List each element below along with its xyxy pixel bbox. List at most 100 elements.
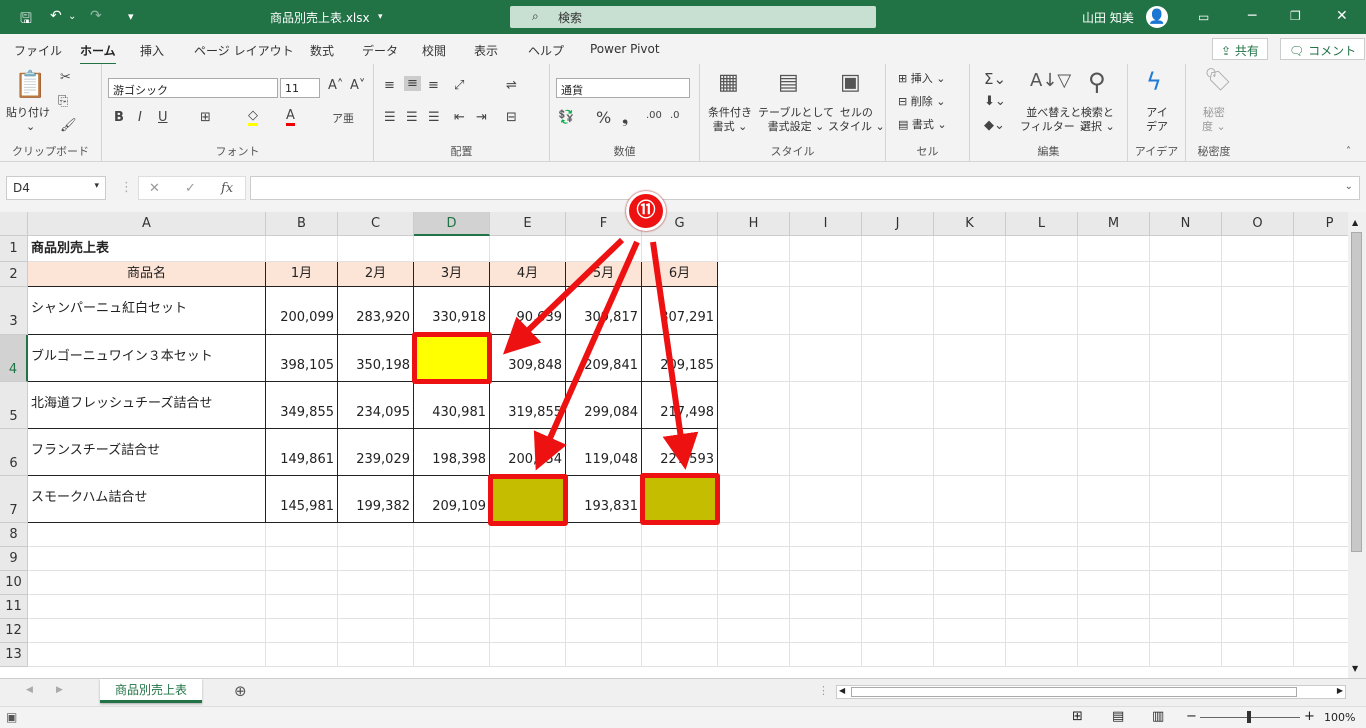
- cell-D8[interactable]: [414, 523, 490, 547]
- cell-M1[interactable]: [1078, 236, 1150, 262]
- increase-indent-icon[interactable]: ⇥: [476, 110, 487, 125]
- font-color-icon[interactable]: A: [286, 108, 295, 126]
- cell-M3[interactable]: [1078, 287, 1150, 335]
- cell-M12[interactable]: [1078, 619, 1150, 643]
- tab-split-icon[interactable]: ⋮: [818, 684, 829, 697]
- cell-E12[interactable]: [490, 619, 566, 643]
- restore-icon[interactable]: ❐: [1290, 9, 1301, 23]
- format-as-table-button[interactable]: テーブルとして 書式設定 ⌄: [758, 106, 834, 134]
- cell-A1[interactable]: 商品別売上表: [28, 236, 266, 262]
- cell-H3[interactable]: [718, 287, 790, 335]
- next-sheet-icon[interactable]: ▶: [56, 685, 63, 695]
- cell-K7[interactable]: [934, 476, 1006, 523]
- cell-H8[interactable]: [718, 523, 790, 547]
- cell-E4[interactable]: 309,848: [490, 335, 566, 382]
- cell-C8[interactable]: [338, 523, 414, 547]
- sort-filter-icon[interactable]: A↓▽: [1030, 70, 1071, 91]
- cell-P4[interactable]: [1294, 335, 1348, 382]
- cell-G13[interactable]: [642, 643, 718, 667]
- normal-view-icon[interactable]: ⊞: [1072, 709, 1083, 724]
- cell-C13[interactable]: [338, 643, 414, 667]
- comma-icon[interactable]: ❟: [622, 108, 628, 128]
- cell-A7[interactable]: スモークハム詰合せ: [28, 476, 266, 523]
- font-name-select[interactable]: 游ゴシック: [108, 78, 278, 98]
- align-left-icon[interactable]: ☰: [384, 110, 396, 125]
- cell-H13[interactable]: [718, 643, 790, 667]
- cell-E5[interactable]: 319,855: [490, 382, 566, 429]
- cell-I5[interactable]: [790, 382, 862, 429]
- row-header-3[interactable]: 3: [0, 287, 28, 335]
- cell-N13[interactable]: [1150, 643, 1222, 667]
- cell-A5[interactable]: 北海道フレッシュチーズ詰合せ: [28, 382, 266, 429]
- tab-review[interactable]: 校閲: [422, 42, 446, 59]
- cell-D2[interactable]: 3月: [414, 262, 490, 287]
- cell-F2[interactable]: 5月: [566, 262, 642, 287]
- sort-filter-button[interactable]: 並べ替えと フィルター ⌄: [1020, 106, 1088, 134]
- number-format-select[interactable]: 通貨: [556, 78, 690, 98]
- collapse-ribbon-icon[interactable]: ˄: [1346, 146, 1351, 157]
- user-name[interactable]: 山田 知美: [1082, 9, 1134, 26]
- cell-C2[interactable]: 2月: [338, 262, 414, 287]
- cell-M7[interactable]: [1078, 476, 1150, 523]
- cell-O10[interactable]: [1222, 571, 1294, 595]
- cell-K4[interactable]: [934, 335, 1006, 382]
- cell-D11[interactable]: [414, 595, 490, 619]
- cell-L12[interactable]: [1006, 619, 1078, 643]
- tab-home[interactable]: ホーム: [80, 42, 116, 66]
- tab-view[interactable]: 表示: [474, 42, 498, 59]
- cell-I1[interactable]: [790, 236, 862, 262]
- cell-O2[interactable]: [1222, 262, 1294, 287]
- cell-L2[interactable]: [1006, 262, 1078, 287]
- horizontal-scroll-thumb[interactable]: [851, 687, 1297, 697]
- page-layout-view-icon[interactable]: ▤: [1112, 709, 1124, 724]
- cell-A11[interactable]: [28, 595, 266, 619]
- find-select-button[interactable]: 検索と 選択 ⌄: [1080, 106, 1115, 134]
- cell-B11[interactable]: [266, 595, 338, 619]
- cell-A3[interactable]: シャンパーニュ紅白セット: [28, 287, 266, 335]
- cell-F11[interactable]: [566, 595, 642, 619]
- cell-L6[interactable]: [1006, 429, 1078, 476]
- increase-decimal-icon[interactable]: .00: [646, 110, 662, 121]
- cell-B13[interactable]: [266, 643, 338, 667]
- cell-N3[interactable]: [1150, 287, 1222, 335]
- cell-A10[interactable]: [28, 571, 266, 595]
- ideas-icon[interactable]: ϟ: [1146, 68, 1162, 96]
- cell-M2[interactable]: [1078, 262, 1150, 287]
- cell-G9[interactable]: [642, 547, 718, 571]
- add-sheet-icon[interactable]: ⊕: [234, 682, 247, 700]
- cell-N12[interactable]: [1150, 619, 1222, 643]
- cell-L1[interactable]: [1006, 236, 1078, 262]
- formula-input[interactable]: ⌄: [250, 176, 1360, 200]
- cell-I3[interactable]: [790, 287, 862, 335]
- row-header-9[interactable]: 9: [0, 547, 28, 571]
- cell-M11[interactable]: [1078, 595, 1150, 619]
- cell-H7[interactable]: [718, 476, 790, 523]
- paste-button[interactable]: 貼り付け: [6, 106, 50, 120]
- customize-qat-icon[interactable]: ▾: [128, 10, 134, 23]
- format-cells-button[interactable]: ▤ 書式 ⌄: [898, 118, 947, 132]
- conditional-format-button[interactable]: 条件付き 書式 ⌄: [708, 106, 752, 134]
- cell-C4[interactable]: 350,198: [338, 335, 414, 382]
- cell-styles-button[interactable]: セルの スタイル ⌄: [828, 106, 885, 134]
- cell-D7[interactable]: 209,109: [414, 476, 490, 523]
- cell-B7[interactable]: 145,981: [266, 476, 338, 523]
- cell-N10[interactable]: [1150, 571, 1222, 595]
- increase-font-icon[interactable]: A˄: [328, 78, 343, 93]
- font-size-select[interactable]: 11: [280, 78, 320, 98]
- cell-P9[interactable]: [1294, 547, 1348, 571]
- cell-P13[interactable]: [1294, 643, 1348, 667]
- cell-K10[interactable]: [934, 571, 1006, 595]
- cell-B8[interactable]: [266, 523, 338, 547]
- cell-L5[interactable]: [1006, 382, 1078, 429]
- underline-icon[interactable]: U: [158, 110, 168, 125]
- cell-J8[interactable]: [862, 523, 934, 547]
- cell-O1[interactable]: [1222, 236, 1294, 262]
- insert-cells-button[interactable]: ⊞ 挿入 ⌄: [898, 72, 945, 86]
- decrease-font-icon[interactable]: A˅: [350, 78, 365, 93]
- paste-icon[interactable]: 📋: [14, 70, 46, 100]
- cell-O5[interactable]: [1222, 382, 1294, 429]
- cell-D13[interactable]: [414, 643, 490, 667]
- scroll-right-icon[interactable]: ▶: [1337, 686, 1343, 695]
- vertical-scroll-thumb[interactable]: [1351, 232, 1362, 552]
- cell-F12[interactable]: [566, 619, 642, 643]
